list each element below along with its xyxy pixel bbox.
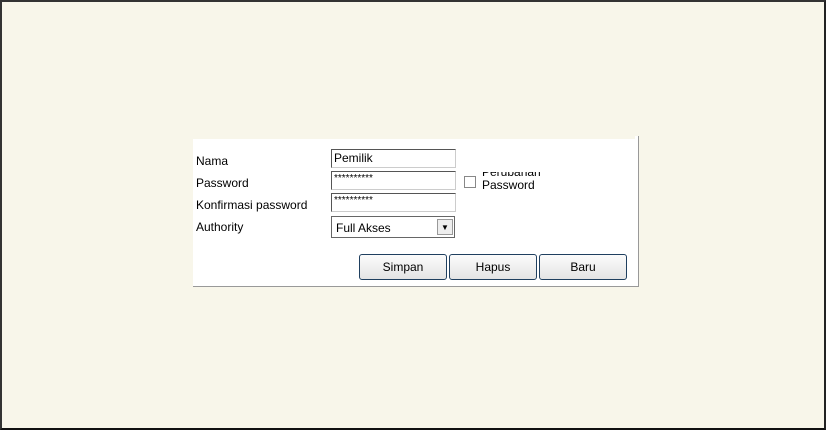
authority-select[interactable]: Full Akses ▼ (331, 216, 455, 238)
baru-button[interactable]: Baru (539, 254, 627, 280)
authority-label: Authority (196, 220, 244, 234)
panel-top-strip (193, 136, 635, 139)
chevron-down-icon[interactable]: ▼ (437, 219, 453, 235)
nama-input[interactable]: Pemilik (331, 149, 456, 168)
app-window: Nama Pemilik Password ********** Perubah… (0, 0, 826, 430)
perubahan-password-text: Perubahan Password (482, 172, 541, 189)
konfirmasi-password-label: Konfirmasi password (196, 198, 308, 212)
perubahan-password-label: Perubahan Password (482, 172, 552, 189)
hapus-button[interactable]: Hapus (449, 254, 537, 280)
authority-selected-value: Full Akses (336, 221, 391, 235)
nama-label: Nama (196, 154, 229, 168)
konfirmasi-password-input[interactable]: ********** (331, 193, 456, 212)
simpan-button[interactable]: Simpan (359, 254, 447, 280)
perubahan-password-checkbox[interactable] (464, 176, 476, 188)
password-label: Password (196, 176, 249, 190)
password-input[interactable]: ********** (331, 171, 456, 190)
user-form-panel: Nama Pemilik Password ********** Perubah… (193, 136, 639, 287)
